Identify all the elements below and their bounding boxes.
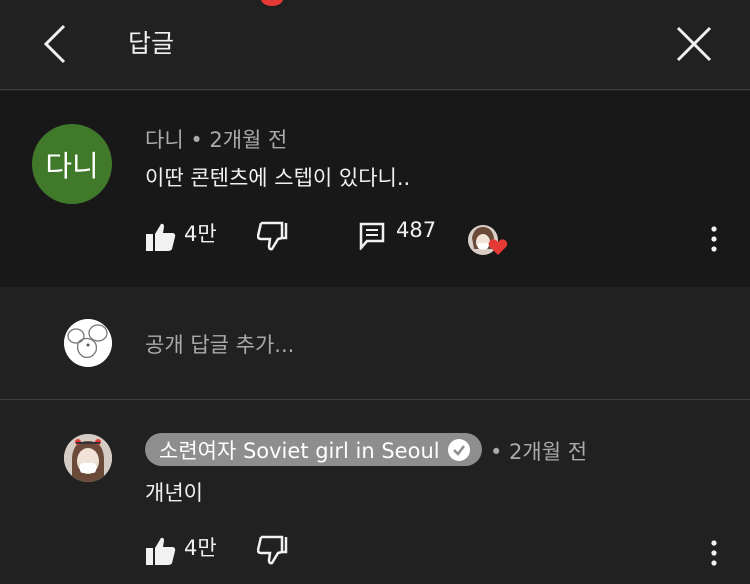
heart-icon <box>488 239 508 255</box>
reply-like-button[interactable] <box>145 536 177 566</box>
reply-like-count: 4만 <box>184 536 217 560</box>
comment-actions: 4만 487 <box>0 218 750 258</box>
reply-input-row[interactable]: 공개 답글 추가... <box>0 287 750 400</box>
reply-more-options-button[interactable] <box>704 539 724 567</box>
reply-comment: 소련여자 Soviet girl in Seoul • 2개월 전 개년이 4만 <box>0 400 750 584</box>
comment-text: 이딴 콘텐츠에 스텝이 있다니.. <box>145 166 411 190</box>
parent-comment: 다니 다니 • 2개월 전 이딴 콘텐츠에 스텝이 있다니.. 4만 487 <box>0 91 750 287</box>
creator-heart <box>468 225 508 255</box>
page-title: 답글 <box>128 29 175 58</box>
reply-actions: 4만 <box>0 532 750 572</box>
back-button[interactable] <box>36 22 76 66</box>
replies-button[interactable] <box>359 222 385 250</box>
thumbs-down-icon <box>257 221 288 251</box>
like-button[interactable] <box>145 222 177 252</box>
reply-input-placeholder[interactable]: 공개 답글 추가... <box>145 329 294 359</box>
chevron-left-icon <box>43 24 66 64</box>
more-vert-icon <box>711 226 717 252</box>
reply-author-name: 소련여자 Soviet girl in Seoul <box>159 438 440 463</box>
reply-author-avatar[interactable] <box>64 434 112 482</box>
verified-icon <box>447 438 470 461</box>
comment-icon <box>359 222 385 250</box>
reply-text: 개년이 <box>145 481 203 505</box>
commenter-avatar[interactable]: 다니 <box>32 124 112 204</box>
reply-author-chip[interactable]: 소련여자 Soviet girl in Seoul <box>145 433 482 466</box>
more-options-button[interactable] <box>704 225 724 253</box>
thumbs-up-icon <box>146 223 176 251</box>
more-vert-icon <box>711 540 717 566</box>
close-button[interactable] <box>672 22 716 66</box>
user-avatar <box>64 319 112 367</box>
reply-count: 487 <box>396 218 437 242</box>
like-count: 4만 <box>184 222 217 246</box>
thumbs-up-icon <box>146 537 176 565</box>
dislike-button[interactable] <box>257 221 289 251</box>
avatar-initials: 다니 <box>45 149 99 183</box>
close-icon <box>676 26 712 62</box>
comment-meta: 다니 • 2개월 전 <box>145 128 288 152</box>
notification-dot <box>261 0 283 6</box>
reply-dislike-button[interactable] <box>257 535 289 565</box>
header-bar: 답글 <box>0 0 750 90</box>
thumbs-down-icon <box>257 535 288 565</box>
reply-meta: • 2개월 전 <box>490 440 588 464</box>
